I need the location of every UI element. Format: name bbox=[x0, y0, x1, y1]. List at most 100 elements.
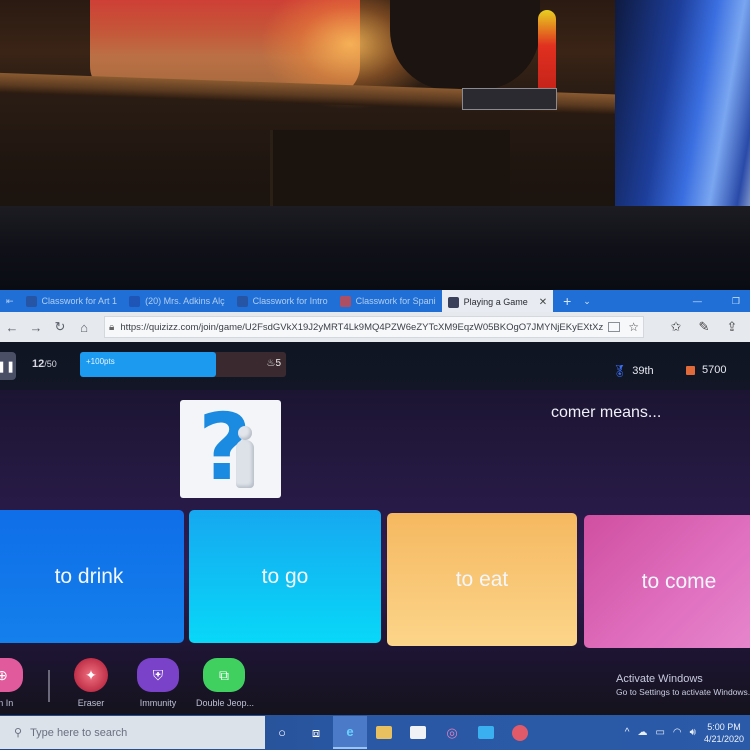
reading-view-icon[interactable] bbox=[608, 322, 621, 332]
dark-object bbox=[390, 0, 540, 90]
mail-button[interactable] bbox=[469, 716, 503, 749]
onedrive-icon[interactable]: ☁ bbox=[637, 727, 647, 738]
quizizz-game: ❚❚ 12/50 +100pts ♨5 🏅︎ 39th 5700 ? comer… bbox=[0, 342, 750, 715]
lock-icon: 🔒︎ bbox=[109, 321, 115, 333]
tab-label: Classwork for Art 1 bbox=[41, 296, 118, 306]
tab-label: Playing a Game bbox=[463, 297, 528, 307]
url-input[interactable]: 🔒︎ https://quizizz.com/join/game/U2FsdGV… bbox=[104, 316, 644, 338]
tab-label: Classwork for Spani bbox=[355, 296, 436, 306]
back-arrow-icon[interactable]: ← bbox=[0, 320, 24, 335]
new-tab-button[interactable]: + bbox=[563, 293, 571, 309]
powerup-eraser[interactable]: ✦ Eraser bbox=[63, 658, 119, 708]
restore-button[interactable]: ❐ bbox=[732, 296, 740, 307]
total-questions: /50 bbox=[44, 359, 57, 369]
answer-options: to drink to go to eat to come bbox=[0, 510, 750, 648]
option-label: to eat bbox=[455, 567, 509, 591]
powerup-label: Eraser bbox=[77, 698, 105, 708]
search-placeholder: Type here to search bbox=[30, 726, 128, 739]
thinking-figure bbox=[232, 426, 258, 488]
double-jeopardy-icon: ⧉ bbox=[203, 658, 245, 692]
streak-progress-bar: +100pts ♨5 bbox=[80, 352, 286, 377]
powerup-label: Double Jeop... bbox=[196, 698, 255, 708]
volume-icon[interactable]: 🔊︎ bbox=[690, 727, 696, 738]
file-explorer-button[interactable] bbox=[367, 716, 401, 749]
eraser-icon: ✦ bbox=[74, 658, 108, 692]
answer-option-4[interactable]: to come bbox=[584, 515, 750, 648]
tab-back-stack[interactable]: ⇤ bbox=[0, 290, 20, 312]
edge-button[interactable]: e bbox=[333, 716, 367, 749]
answer-option-1[interactable]: to drink bbox=[0, 510, 184, 643]
tab-classwork-intro[interactable]: Classwork for Intro bbox=[231, 290, 334, 312]
answer-option-3[interactable]: to eat bbox=[387, 513, 577, 646]
powerup-double-jeopardy[interactable]: ⧉ Double Jeop... bbox=[196, 658, 255, 708]
mail-icon bbox=[478, 726, 494, 739]
pen-icon[interactable]: ✎ bbox=[690, 319, 718, 335]
powerup-label: om In bbox=[0, 698, 14, 708]
score-display: 5700 bbox=[686, 364, 726, 376]
app-button[interactable] bbox=[503, 716, 537, 749]
favorites-icon[interactable]: ✩ bbox=[662, 319, 690, 335]
windows-taskbar: ⚲ Type here to search ○ ⧈ e ◎ ^ ☁ ▭ ◠ 🔊︎… bbox=[0, 715, 750, 750]
facebook-icon bbox=[129, 295, 141, 307]
question-image: ? bbox=[180, 400, 281, 498]
task-view-button[interactable]: ⧈ bbox=[299, 716, 333, 749]
points-label: +100pts bbox=[86, 357, 115, 366]
powerup-immunity[interactable]: ⛨ Immunity bbox=[130, 658, 186, 708]
clock[interactable]: 5:00 PM 4/21/2020 bbox=[704, 721, 744, 745]
option-label: to go bbox=[261, 564, 309, 588]
zoom-in-icon: ⊕ bbox=[0, 658, 23, 692]
pause-icon: ❚❚ bbox=[0, 360, 16, 373]
edge-icon: e bbox=[346, 724, 354, 739]
question-counter: 12/50 bbox=[32, 358, 57, 370]
tab-classwork-art[interactable]: Classwork for Art 1 bbox=[20, 290, 124, 312]
pause-button[interactable]: ❚❚ bbox=[0, 352, 16, 380]
favorite-star-icon[interactable]: ☆ bbox=[628, 320, 639, 334]
forward-arrow-icon[interactable]: → bbox=[24, 320, 48, 335]
app-icon bbox=[512, 724, 528, 741]
current-question: 12 bbox=[32, 358, 45, 370]
battery-icon[interactable]: ▭ bbox=[655, 727, 664, 738]
quizizz-icon bbox=[447, 296, 459, 308]
cortana-icon: ○ bbox=[278, 725, 286, 740]
rank-display: 🏅︎ 39th bbox=[612, 364, 654, 378]
show-hidden-icons-chevron-icon[interactable]: ^ bbox=[625, 727, 630, 738]
score-icon bbox=[686, 365, 695, 375]
minimize-button[interactable]: — bbox=[693, 296, 702, 306]
share-icon[interactable]: ⇪ bbox=[718, 319, 746, 335]
clock-time: 5:00 PM bbox=[707, 721, 741, 732]
tab-preview-chevron-icon[interactable]: ⌄ bbox=[583, 296, 591, 307]
activate-windows-watermark: Activate Windows Go to Settings to activ… bbox=[616, 673, 750, 697]
store-button[interactable] bbox=[401, 716, 435, 749]
tab-classwork-spanish[interactable]: Classwork for Spani bbox=[334, 290, 442, 312]
folder-icon bbox=[376, 726, 392, 739]
medal-icon: 🏅︎ bbox=[612, 364, 628, 378]
browser-address-bar: ← → ↻ ⌂ 🔒︎ https://quizizz.com/join/game… bbox=[0, 312, 750, 342]
divider bbox=[48, 670, 50, 702]
close-tab-icon[interactable]: ✕ bbox=[539, 297, 547, 308]
tab-facebook[interactable]: (20) Mrs. Adkins Alç bbox=[123, 290, 231, 312]
cortana-button[interactable]: ○ bbox=[265, 716, 299, 749]
powerup-zoom-in[interactable]: ⊕ om In bbox=[0, 658, 30, 708]
home-icon[interactable]: ⌂ bbox=[72, 320, 96, 335]
streak-value: 5 bbox=[275, 358, 281, 369]
option-label: to drink bbox=[54, 564, 124, 588]
activate-title: Activate Windows bbox=[616, 673, 703, 685]
taskbar-search-input[interactable]: ⚲ Type here to search bbox=[0, 716, 265, 749]
activate-subtitle: Go to Settings to activate Windows. bbox=[616, 687, 750, 697]
google-classroom-icon bbox=[236, 295, 248, 307]
browser-tab-bar: ⇤ Classwork for Art 1 (20) Mrs. Adkins A… bbox=[0, 290, 750, 314]
google-classroom-icon bbox=[25, 295, 37, 307]
answer-option-2[interactable]: to go bbox=[189, 510, 381, 643]
small-box bbox=[462, 88, 557, 110]
tab-playing-a-game[interactable]: Playing a Game ✕ bbox=[441, 290, 554, 314]
refresh-icon[interactable]: ↻ bbox=[48, 319, 72, 335]
question-text: comer means... bbox=[551, 404, 662, 421]
groove-music-button[interactable]: ◎ bbox=[435, 716, 469, 749]
toy bbox=[538, 10, 556, 100]
tab-label: (20) Mrs. Adkins Alç bbox=[145, 296, 225, 306]
option-label: to come bbox=[641, 569, 717, 593]
tab-label: Classwork for Intro bbox=[252, 296, 328, 306]
search-icon: ⚲ bbox=[14, 727, 23, 739]
wifi-icon[interactable]: ◠ bbox=[673, 727, 682, 738]
system-tray: ^ ☁ ▭ ◠ 🔊︎ 5:00 PM 4/21/2020 bbox=[625, 721, 750, 745]
